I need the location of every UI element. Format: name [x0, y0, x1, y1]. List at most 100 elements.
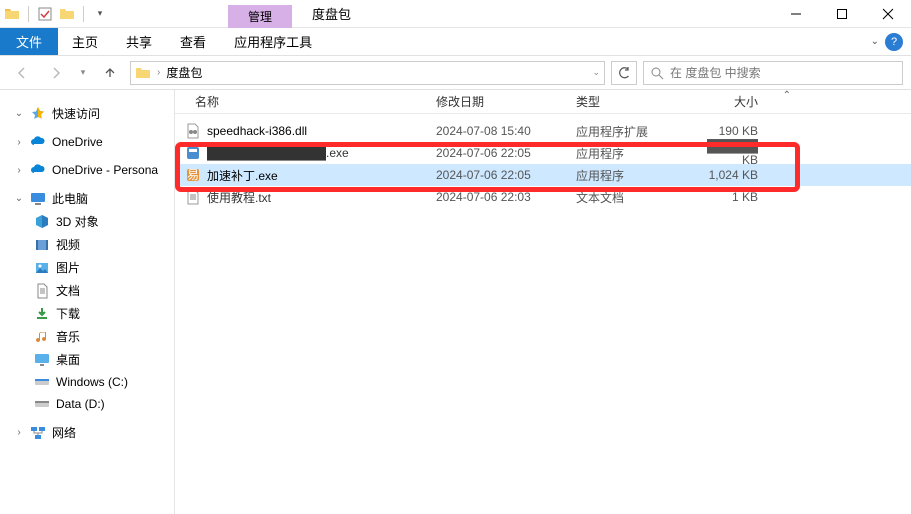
file-row[interactable]: 使用教程.txt2024-07-06 22:03文本文档1 KB: [175, 186, 911, 208]
qat-check-icon[interactable]: [37, 6, 53, 22]
window-title: 度盘包: [292, 0, 371, 28]
chevron-right-icon[interactable]: ›: [14, 137, 24, 148]
sidebar-item-label: OneDrive: [52, 135, 103, 149]
search-icon: [650, 66, 664, 80]
nav-up-button[interactable]: [96, 61, 124, 85]
file-type: 文本文档: [576, 189, 688, 206]
tab-view[interactable]: 查看: [166, 28, 220, 55]
file-size: 190 KB: [688, 124, 768, 138]
sidebar-item-desktop[interactable]: 桌面: [0, 348, 174, 371]
column-header-size[interactable]: 大小: [688, 93, 768, 110]
sidebar-network[interactable]: › 网络: [0, 421, 174, 444]
file-size: 1 KB: [688, 190, 768, 204]
nav-recent-dropdown[interactable]: ▾: [76, 61, 90, 85]
file-type: 应用程序: [576, 145, 688, 162]
file-name: 加速补丁.exe: [207, 167, 278, 184]
breadcrumb-item[interactable]: 度盘包: [166, 64, 202, 81]
tab-file[interactable]: 文件: [0, 28, 58, 55]
sidebar-item-drive-c[interactable]: Windows (C:): [0, 371, 174, 393]
search-placeholder: 在 度盘包 中搜索: [670, 64, 761, 81]
file-row[interactable]: ██████████████.exe2024-07-06 22:05应用程序██…: [175, 142, 911, 164]
file-name: 使用教程.txt: [207, 189, 271, 206]
cloud-icon: [30, 134, 46, 150]
column-header-date[interactable]: 修改日期: [436, 93, 576, 110]
sidebar-item-label: 图片: [56, 259, 80, 276]
sidebar-onedrive-personal[interactable]: › OneDrive - Persona: [0, 159, 174, 181]
column-headers: 名称 修改日期 类型 大小 ⌃: [175, 90, 911, 114]
ribbon-expand-icon[interactable]: ⌄: [871, 36, 879, 47]
address-folder-icon: [135, 65, 151, 81]
sidebar-item-label: 下载: [56, 305, 80, 322]
folder-icon: [4, 6, 20, 22]
sidebar-item-label: 3D 对象: [56, 213, 99, 230]
minimize-button[interactable]: [773, 0, 819, 28]
qat-dropdown-icon[interactable]: ▾: [92, 6, 108, 22]
sidebar-quick-access[interactable]: ⌄ 快速访问: [0, 102, 174, 125]
sidebar-item-label: 视频: [56, 236, 80, 253]
sidebar-item-downloads[interactable]: 下载: [0, 302, 174, 325]
tab-app-tools[interactable]: 应用程序工具: [220, 28, 326, 55]
address-history-dropdown[interactable]: ⌄: [592, 67, 600, 78]
tab-share[interactable]: 共享: [112, 28, 166, 55]
sidebar-item-label: 音乐: [56, 328, 80, 345]
sidebar-item-label: 此电脑: [52, 190, 88, 207]
monitor-icon: [30, 191, 46, 207]
sidebar-item-drive-d[interactable]: Data (D:): [0, 393, 174, 415]
tab-home[interactable]: 主页: [58, 28, 112, 55]
drive-icon: [34, 374, 50, 390]
sidebar-item-pictures[interactable]: 图片: [0, 256, 174, 279]
file-type-icon: 易: [185, 167, 201, 183]
breadcrumb-chevron-icon[interactable]: ›: [157, 67, 160, 78]
desktop-icon: [34, 352, 50, 368]
chevron-down-icon[interactable]: ⌄: [14, 108, 24, 119]
nav-bar: ▾ › 度盘包 ⌄ 在 度盘包 中搜索: [0, 56, 911, 90]
nav-forward-button[interactable]: [42, 61, 70, 85]
column-header-name[interactable]: 名称: [181, 93, 436, 110]
chevron-right-icon[interactable]: ›: [14, 165, 24, 176]
file-size: ██████ KB: [688, 139, 768, 167]
search-input[interactable]: 在 度盘包 中搜索: [643, 61, 903, 85]
refresh-button[interactable]: [611, 61, 637, 85]
file-row[interactable]: 易加速补丁.exe2024-07-06 22:05应用程序1,024 KB: [175, 164, 911, 186]
chevron-right-icon[interactable]: ›: [14, 427, 24, 438]
file-date: 2024-07-06 22:05: [436, 168, 576, 182]
file-row[interactable]: speedhack-i386.dll2024-07-08 15:40应用程序扩展…: [175, 120, 911, 142]
file-list-pane: 名称 修改日期 类型 大小 ⌃ speedhack-i386.dll2024-0…: [175, 90, 911, 514]
file-date: 2024-07-06 22:05: [436, 146, 576, 160]
file-type-icon: [185, 189, 201, 205]
file-name: speedhack-i386.dll: [207, 124, 307, 138]
sidebar-item-label: 文档: [56, 282, 80, 299]
sidebar-item-label: 桌面: [56, 351, 80, 368]
drive-icon: [34, 396, 50, 412]
sidebar-item-label: Windows (C:): [56, 375, 128, 389]
sidebar-item-label: 快速访问: [52, 105, 100, 122]
sidebar-item-music[interactable]: 音乐: [0, 325, 174, 348]
sidebar-item-label: 网络: [52, 424, 76, 441]
download-icon: [34, 306, 50, 322]
address-bar[interactable]: › 度盘包 ⌄: [130, 61, 605, 85]
column-header-type[interactable]: 类型: [576, 93, 688, 110]
document-icon: [34, 283, 50, 299]
star-icon: [30, 106, 46, 122]
maximize-button[interactable]: [819, 0, 865, 28]
help-icon[interactable]: ?: [885, 33, 903, 51]
file-type: 应用程序扩展: [576, 123, 688, 140]
ribbon-context-label: 管理: [228, 5, 292, 28]
sidebar-onedrive[interactable]: › OneDrive: [0, 131, 174, 153]
sort-indicator-icon: ⌃: [783, 90, 791, 101]
file-type: 应用程序: [576, 167, 688, 184]
sidebar-item-documents[interactable]: 文档: [0, 279, 174, 302]
qat-app-icon[interactable]: [59, 6, 75, 22]
svg-text:易: 易: [187, 168, 199, 182]
music-icon: [34, 329, 50, 345]
ribbon-tabs: 文件 主页 共享 查看 应用程序工具 ⌄ ?: [0, 28, 911, 56]
close-button[interactable]: [865, 0, 911, 28]
sidebar-this-pc[interactable]: ⌄ 此电脑: [0, 187, 174, 210]
chevron-down-icon[interactable]: ⌄: [14, 193, 24, 204]
nav-sidebar: ⌄ 快速访问 › OneDrive › OneDr: [0, 90, 175, 514]
sidebar-item-label: OneDrive - Persona: [52, 163, 158, 177]
sidebar-item-videos[interactable]: 视频: [0, 233, 174, 256]
sidebar-item-3d-objects[interactable]: 3D 对象: [0, 210, 174, 233]
nav-back-button[interactable]: [8, 61, 36, 85]
network-icon: [30, 425, 46, 441]
